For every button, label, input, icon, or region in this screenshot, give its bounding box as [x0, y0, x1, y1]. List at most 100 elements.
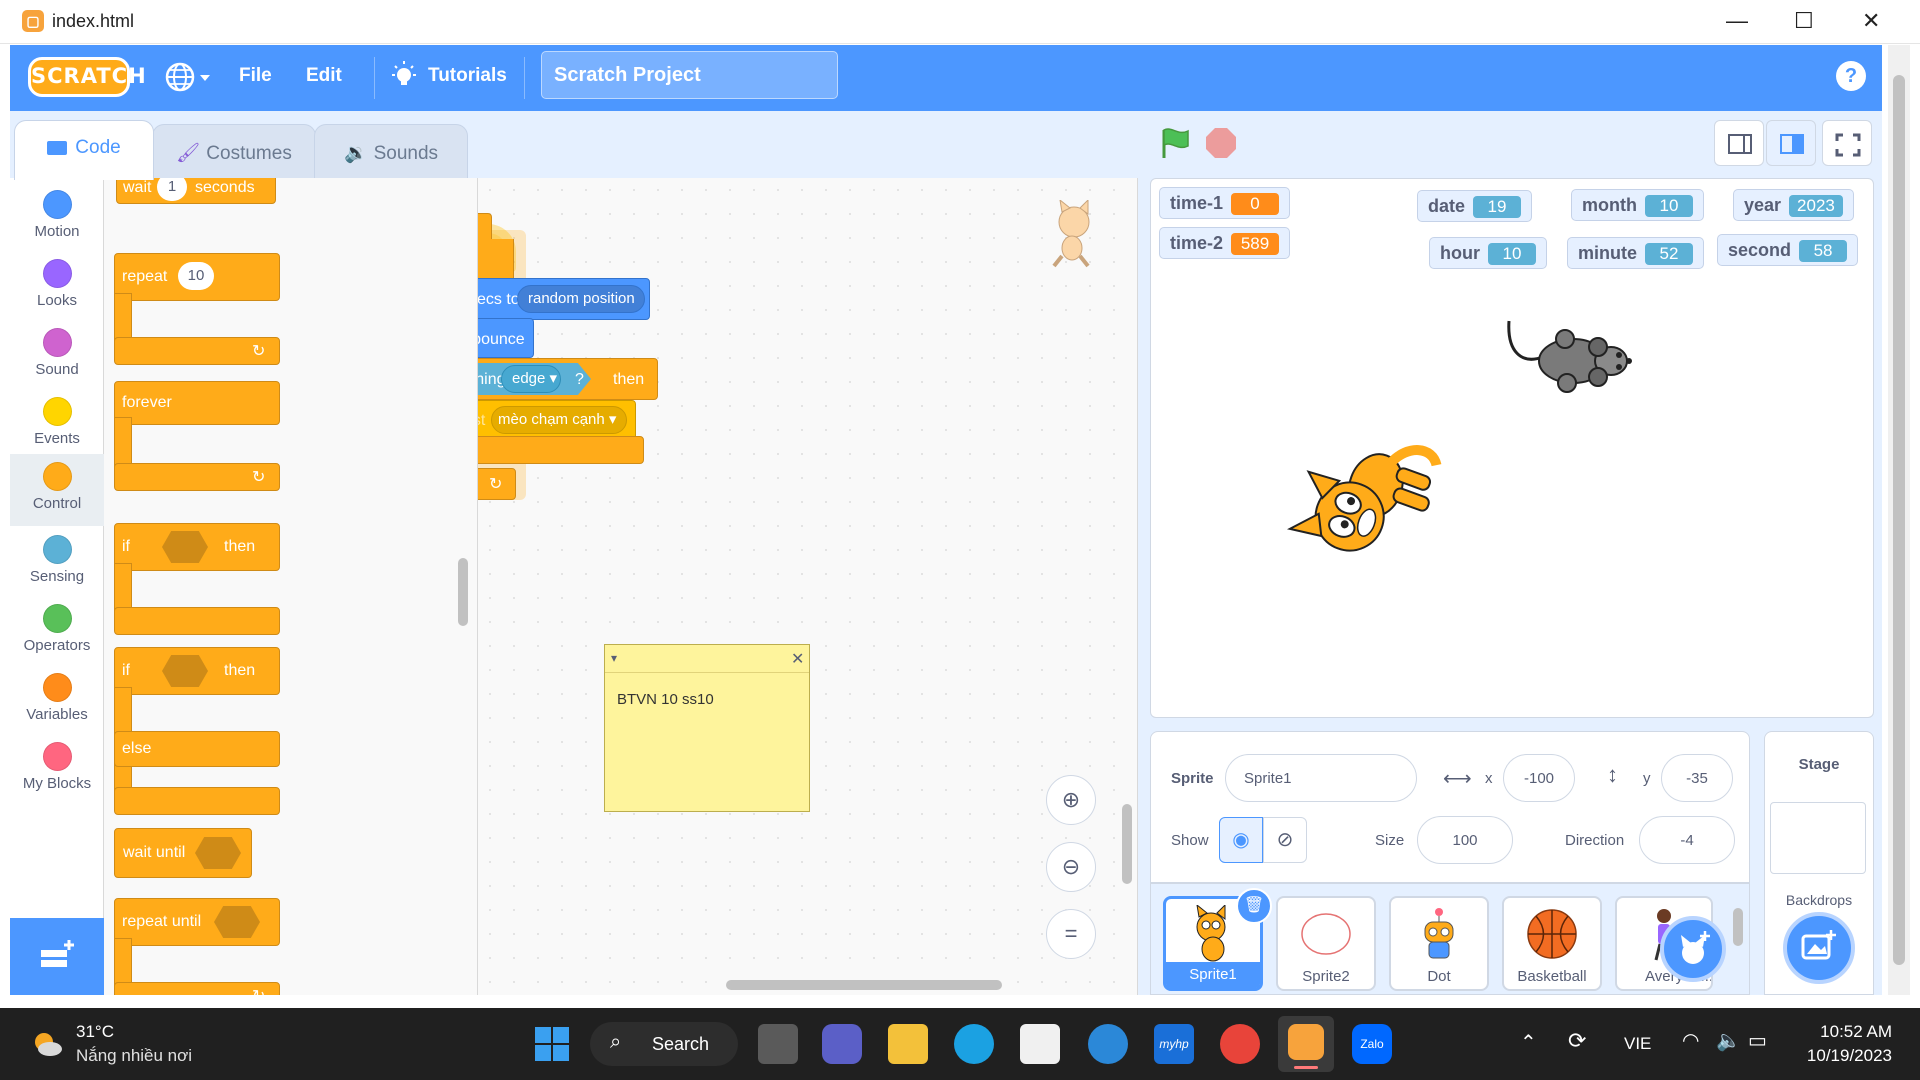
category-control[interactable]: Control	[10, 454, 104, 526]
maximize-icon[interactable]: ☐	[1794, 8, 1814, 34]
help-app-icon[interactable]	[1088, 1024, 1128, 1064]
scrollbar-thumb[interactable]	[1893, 75, 1905, 965]
choose-sprite-button[interactable]	[1660, 916, 1726, 982]
zoom-out-button[interactable]: ⊖	[1046, 842, 1096, 892]
if-then-block[interactable]: if then	[114, 523, 280, 635]
bounce-block[interactable]: if on edge, bounce	[478, 318, 534, 358]
condition-slot[interactable]	[214, 906, 260, 938]
weather-icon[interactable]	[30, 1030, 64, 1058]
tab-code[interactable]: Code	[14, 120, 154, 180]
chrome-icon[interactable]	[1220, 1024, 1260, 1064]
close-icon[interactable]: ✕	[1862, 8, 1880, 34]
teams-icon[interactable]	[822, 1024, 862, 1064]
glide-block[interactable]: glide 1 secs to random position ▾	[478, 278, 650, 333]
condition-slot[interactable]	[162, 655, 208, 687]
tab-costumes[interactable]: 🖌 Costumes	[152, 124, 316, 180]
stage-canvas[interactable]: time-1 0 time-2 589 date 19 month 10 year 202…	[1150, 178, 1874, 718]
chevron-up-icon[interactable]: ⌃	[1520, 1030, 1537, 1055]
normal-stage-button[interactable]	[1766, 120, 1816, 166]
mouse-sprite[interactable]	[1501, 315, 1641, 395]
glide-target-dropdown[interactable]: random position ▾	[517, 285, 645, 333]
collapse-icon[interactable]: ▾	[611, 651, 617, 665]
repeat-input[interactable]: 10	[178, 262, 214, 290]
myhp-icon[interactable]: myhp	[1154, 1024, 1194, 1064]
touching-target-dropdown[interactable]: edge ▾	[501, 365, 561, 393]
edit-menu[interactable]: Edit	[306, 65, 342, 87]
language-menu[interactable]	[164, 61, 212, 95]
x-input[interactable]: -100	[1503, 754, 1575, 802]
weather-temp[interactable]: 31°C	[76, 1022, 114, 1042]
category-events[interactable]: Events	[10, 389, 104, 457]
stop-button[interactable]	[1206, 128, 1236, 158]
small-stage-button[interactable]	[1714, 120, 1764, 166]
condition-slot[interactable]	[162, 531, 208, 563]
comment-note[interactable]: ▾ ✕ BTVN 10 ss10	[604, 644, 810, 812]
clock-date[interactable]: 10/19/2023	[1780, 1046, 1892, 1066]
sprite-tile-sprite2[interactable]: Sprite2	[1276, 896, 1376, 991]
edge-icon[interactable]	[954, 1024, 994, 1064]
sprite-list-scrollbar[interactable]	[1733, 892, 1747, 992]
minimize-icon[interactable]: —	[1726, 8, 1748, 34]
workspace-hscrollbar[interactable]	[726, 980, 1002, 990]
sprite-name-input[interactable]: Sprite1	[1225, 754, 1417, 802]
size-input[interactable]: 100	[1417, 816, 1513, 864]
category-sound[interactable]: Sound	[10, 320, 104, 388]
scratch-app-active[interactable]	[1278, 1016, 1334, 1072]
tab-sounds[interactable]: 🔉 Sounds	[314, 124, 468, 180]
category-sensing[interactable]: Sensing	[10, 527, 104, 595]
category-variables[interactable]: Variables	[10, 665, 104, 733]
page-scrollbar[interactable]	[1888, 45, 1910, 995]
if-touching-block[interactable]: if touching edge ▾ ? then	[478, 358, 658, 400]
store-icon[interactable]	[1020, 1024, 1060, 1064]
repeat-until-block[interactable]: repeat until ↻	[114, 898, 280, 995]
stage-panel[interactable]: Stage Backdrops	[1764, 731, 1874, 995]
show-hidden-button[interactable]: ⊘	[1263, 817, 1307, 863]
search-box[interactable]: ⌕ Search	[590, 1022, 738, 1066]
green-flag-button[interactable]	[1158, 126, 1192, 165]
category-motion[interactable]: Motion	[10, 182, 104, 250]
code-workspace[interactable]: when ⚑ clicked forever glide 1 secs to r…	[478, 178, 1138, 995]
zalo-icon[interactable]: Zalo	[1352, 1024, 1392, 1064]
project-title-input[interactable]: Scratch Project	[541, 51, 838, 99]
volume-icon[interactable]: 🔈	[1716, 1028, 1741, 1053]
workspace-vscrollbar[interactable]	[1122, 804, 1132, 884]
sprite-tile-dot[interactable]: Dot	[1389, 896, 1489, 991]
wait-until-block[interactable]: wait until	[114, 828, 252, 878]
broadcast-block[interactable]: broadcast mèo chạm cạnh ▾	[478, 400, 636, 440]
direction-input[interactable]: -4	[1639, 816, 1735, 864]
delete-sprite-button[interactable]: 🗑	[1236, 888, 1272, 924]
if-else-block[interactable]: if then else	[114, 647, 280, 815]
file-explorer-icon[interactable]	[888, 1024, 928, 1064]
cat-sprite[interactable]	[1281, 423, 1451, 573]
battery-icon[interactable]: ▭	[1748, 1028, 1767, 1053]
task-view-icon[interactable]	[758, 1024, 798, 1064]
zoom-in-button[interactable]: ⊕	[1046, 775, 1096, 825]
wait-seconds-block[interactable]: wait 1 seconds	[116, 178, 276, 204]
add-extension-button[interactable]	[10, 918, 104, 995]
sync-icon[interactable]: ⟳	[1568, 1028, 1586, 1054]
category-looks[interactable]: Looks	[10, 251, 104, 319]
scratch-logo[interactable]: SCRATCH	[28, 57, 146, 97]
language-indicator[interactable]: VIE	[1624, 1034, 1651, 1054]
condition-slot[interactable]	[195, 837, 241, 869]
category-operators[interactable]: Operators	[10, 596, 104, 664]
file-menu[interactable]: File	[239, 65, 272, 87]
broadcast-message-dropdown[interactable]: mèo chạm cạnh ▾	[491, 406, 627, 434]
fullscreen-button[interactable]	[1822, 120, 1872, 166]
forever-block[interactable]: forever ↻	[114, 381, 280, 491]
close-icon[interactable]: ✕	[791, 649, 804, 669]
repeat-block[interactable]: repeat 10 ↻	[114, 253, 280, 365]
weather-desc[interactable]: Nắng nhiều nơi	[76, 1046, 192, 1066]
stage-thumbnail[interactable]	[1770, 802, 1866, 874]
sprite-tile-basketball[interactable]: Basketball	[1502, 896, 1602, 991]
zoom-reset-button[interactable]: =	[1046, 909, 1096, 959]
palette-scrollbar[interactable]	[458, 558, 468, 626]
start-button[interactable]	[532, 1024, 572, 1064]
choose-backdrop-button[interactable]	[1783, 912, 1855, 984]
show-visible-button[interactable]: ◉	[1219, 817, 1263, 863]
wait-input[interactable]: 1	[157, 178, 187, 201]
wifi-icon[interactable]: ◠	[1682, 1028, 1699, 1053]
category-my-blocks[interactable]: My Blocks	[10, 734, 104, 802]
y-input[interactable]: -35	[1661, 754, 1733, 802]
help-button[interactable]: ?	[1836, 61, 1866, 91]
